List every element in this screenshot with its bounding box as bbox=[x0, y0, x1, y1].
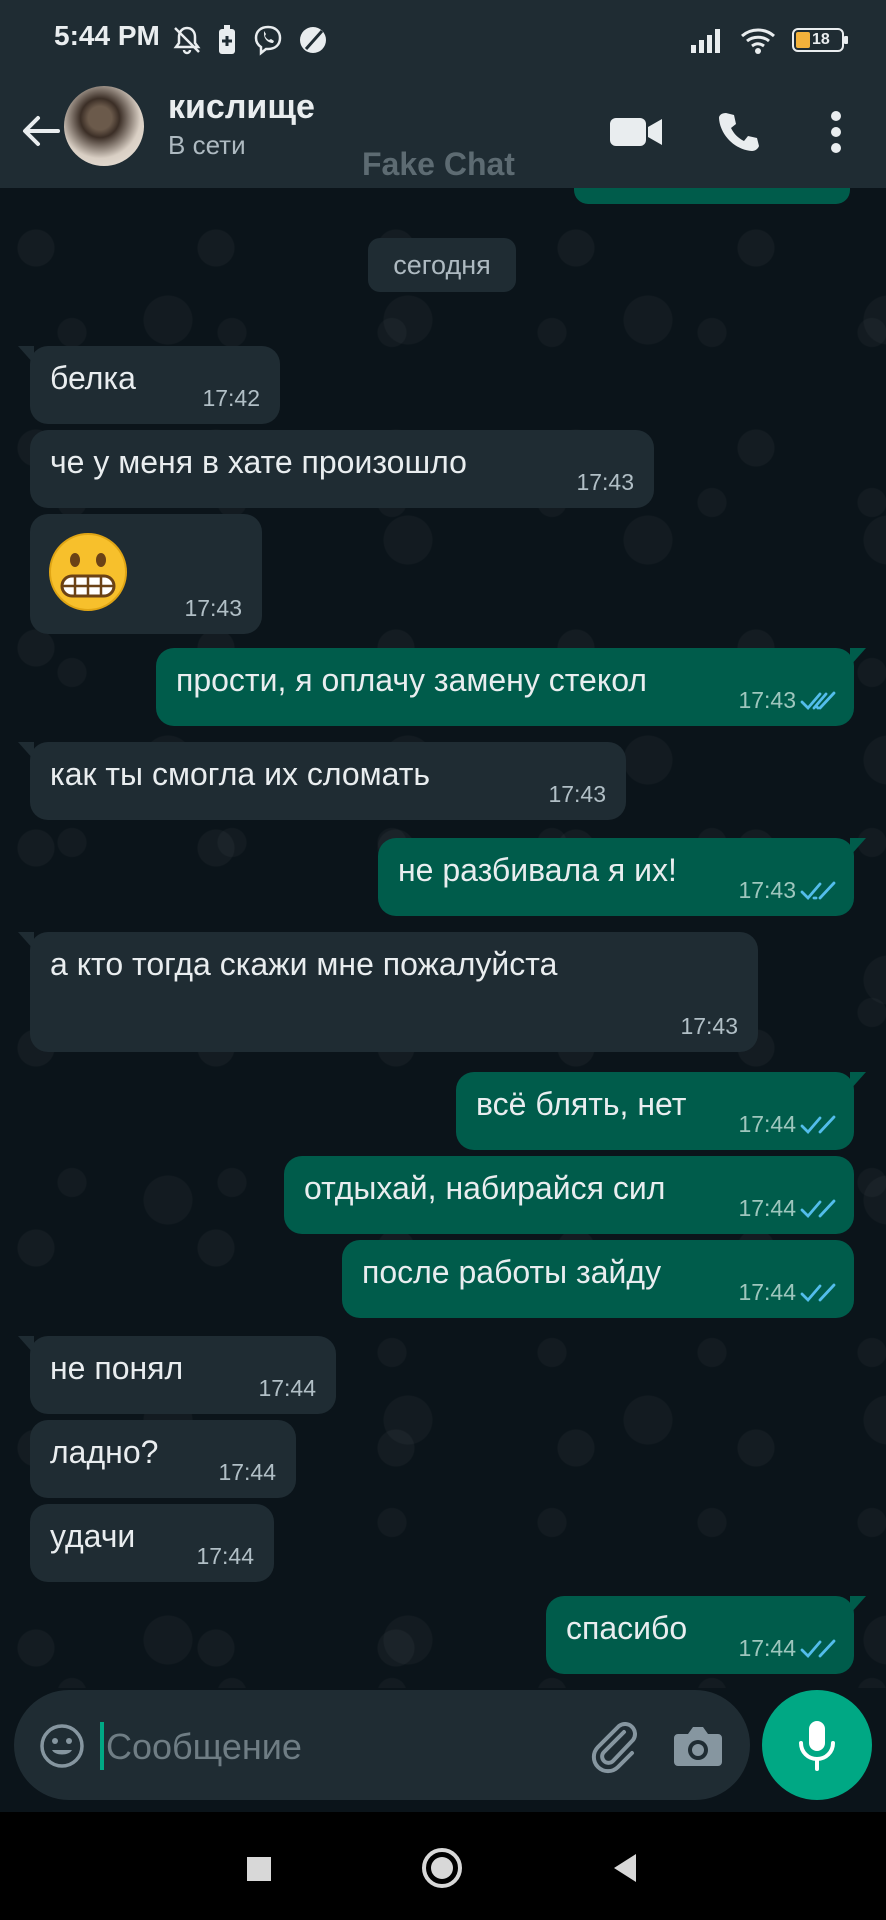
message-time: 17:42 bbox=[202, 385, 260, 411]
contact-name[interactable]: кислище bbox=[168, 88, 315, 127]
recents-icon[interactable] bbox=[236, 1846, 280, 1890]
attach-icon[interactable] bbox=[586, 1718, 642, 1774]
incoming-message[interactable]: белка 17:42 bbox=[18, 346, 280, 424]
message-time: 17:44 bbox=[258, 1375, 316, 1401]
back-arrow-icon[interactable] bbox=[18, 108, 64, 154]
more-options-icon bbox=[831, 111, 841, 153]
previous-outgoing-message[interactable] bbox=[574, 188, 850, 204]
outgoing-message[interactable]: отдыхай, набирайся сил 17:44 bbox=[284, 1156, 854, 1234]
message-list[interactable]: сегодня белка 17:42 че у меня в хате про… bbox=[0, 188, 886, 1688]
outgoing-message[interactable]: не разбивала я их! 17:43 bbox=[378, 838, 866, 916]
battery-saver-icon bbox=[219, 25, 235, 54]
message-composer[interactable]: Сообщение bbox=[14, 1690, 750, 1800]
message-text: белка bbox=[50, 360, 136, 396]
message-text: а кто тогда скажи мне пожалуйста bbox=[50, 946, 558, 982]
moon-icon bbox=[300, 27, 326, 53]
message-text: че у меня в хате произошло bbox=[50, 444, 467, 480]
message-time: 17:44 bbox=[738, 1111, 796, 1137]
battery-level: 18 bbox=[812, 31, 830, 48]
mic-button[interactable] bbox=[762, 1690, 872, 1800]
wifi-icon bbox=[741, 28, 775, 54]
message-input[interactable]: Сообщение bbox=[106, 1726, 302, 1768]
more-options-button[interactable] bbox=[808, 104, 864, 160]
fake-chat-watermark: Fake Chat bbox=[362, 146, 515, 182]
incoming-message[interactable]: как ты смогла их сломать 17:43 bbox=[18, 742, 626, 820]
message-text: прости, я оплачу замену стекол bbox=[176, 662, 647, 698]
video-call-icon bbox=[610, 118, 662, 146]
mic-icon bbox=[799, 1721, 835, 1771]
read-ticks-icon bbox=[800, 1639, 836, 1659]
notification-icons bbox=[172, 22, 328, 58]
outgoing-message[interactable]: прости, я оплачу замену стекол 17:43 bbox=[156, 648, 866, 726]
grimacing-face-emoji-icon bbox=[49, 533, 127, 611]
message-time: 17:43 bbox=[680, 1013, 738, 1039]
signal-icon bbox=[691, 29, 720, 53]
read-ticks-icon bbox=[800, 1283, 836, 1303]
read-ticks-icon bbox=[800, 881, 836, 901]
message-text: после работы зайду bbox=[362, 1254, 662, 1290]
message-time: 17:44 bbox=[196, 1543, 254, 1569]
outgoing-message[interactable]: спасибо 17:44 bbox=[546, 1596, 866, 1674]
contact-avatar[interactable] bbox=[64, 86, 144, 166]
emoji-icon[interactable] bbox=[38, 1722, 86, 1770]
mute-bell-icon bbox=[173, 26, 201, 55]
message-text: удачи bbox=[50, 1518, 136, 1554]
system-indicators: 18 bbox=[690, 22, 848, 58]
battery-icon: 18 bbox=[792, 28, 848, 52]
message-text: всё блять, нет bbox=[476, 1086, 687, 1122]
contact-status: В сети bbox=[168, 130, 246, 160]
chat-header: кислище В сети Fake Chat bbox=[0, 80, 886, 188]
message-text: как ты смогла их сломать bbox=[50, 756, 431, 792]
outgoing-message[interactable]: всё блять, нет 17:44 bbox=[456, 1072, 866, 1150]
date-separator: сегодня bbox=[368, 238, 516, 292]
clock: 5:44 PM bbox=[54, 20, 160, 51]
viber-icon bbox=[254, 25, 282, 56]
read-ticks-icon bbox=[800, 691, 836, 711]
incoming-message[interactable]: че у меня в хате произошло 17:43 bbox=[30, 430, 654, 508]
video-call-button[interactable] bbox=[608, 104, 664, 160]
message-time: 17:44 bbox=[738, 1195, 796, 1221]
message-text: не понял bbox=[50, 1350, 184, 1386]
message-time: 17:44 bbox=[738, 1279, 796, 1305]
back-icon[interactable] bbox=[604, 1846, 648, 1890]
camera-icon[interactable] bbox=[672, 1722, 724, 1770]
message-time: 17:44 bbox=[738, 1635, 796, 1661]
incoming-message[interactable]: а кто тогда скажи мне пожалуйста 17:43 bbox=[18, 932, 758, 1052]
message-time: 17:43 bbox=[738, 687, 796, 713]
message-text: спасибо bbox=[566, 1610, 688, 1646]
home-icon[interactable] bbox=[420, 1846, 464, 1890]
outgoing-message[interactable]: после работы зайду 17:44 bbox=[342, 1240, 854, 1318]
message-time: 17:43 bbox=[738, 877, 796, 903]
message-time: 17:43 bbox=[548, 781, 606, 807]
message-time: 17:43 bbox=[184, 595, 242, 621]
voice-call-button[interactable] bbox=[710, 104, 766, 160]
read-ticks-icon bbox=[800, 1199, 836, 1219]
status-bar: 5:44 PM 18 bbox=[0, 0, 886, 80]
message-text: ладно? bbox=[50, 1434, 159, 1470]
message-time: 17:43 bbox=[576, 469, 634, 495]
message-text: отдыхай, набирайся сил bbox=[304, 1170, 666, 1206]
message-time: 17:44 bbox=[218, 1459, 276, 1485]
message-text: не разбивала я их! bbox=[398, 852, 677, 888]
read-ticks-icon bbox=[800, 1115, 836, 1135]
system-navigation-bar bbox=[0, 1812, 886, 1920]
text-cursor bbox=[100, 1722, 104, 1770]
incoming-message[interactable]: удачи 17:44 bbox=[30, 1504, 274, 1582]
incoming-message[interactable]: ладно? 17:44 bbox=[30, 1420, 296, 1498]
incoming-emoji-message[interactable]: 17:43 bbox=[30, 514, 262, 634]
incoming-message[interactable]: не понял 17:44 bbox=[18, 1336, 336, 1414]
voice-call-icon bbox=[719, 113, 759, 151]
